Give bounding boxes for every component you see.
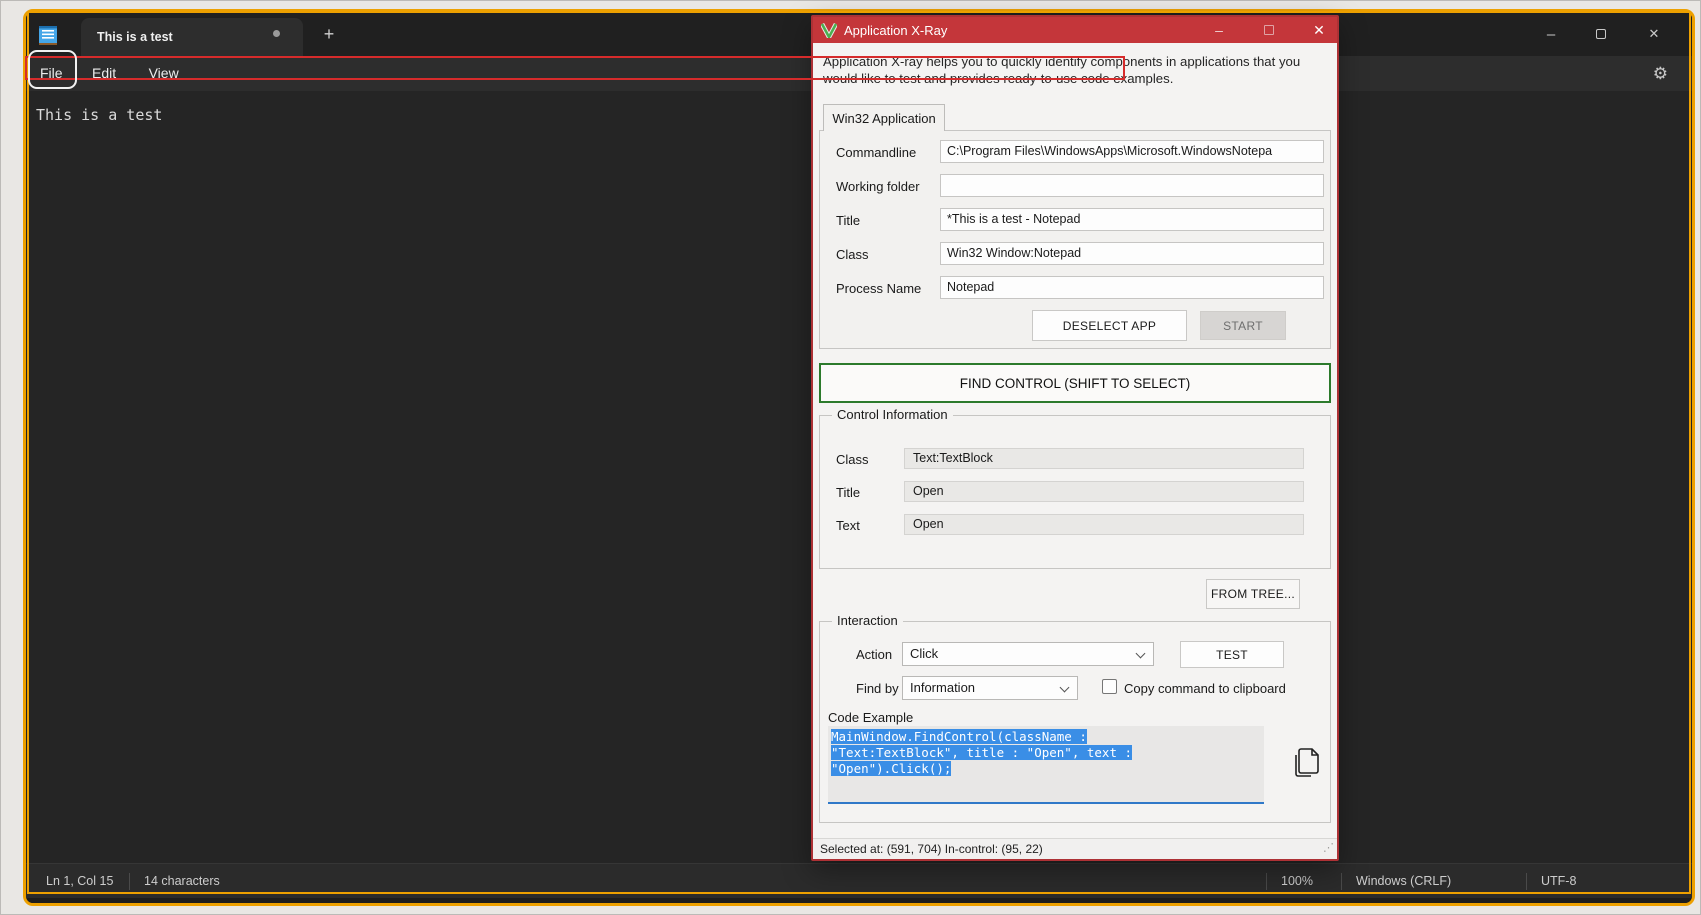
notepad-statusbar: Ln 1, Col 15 14 characters 100% Windows … [26,863,1692,898]
notepad-close-button[interactable]: ✕ [1632,18,1676,50]
status-divider [1526,873,1527,890]
status-char-count: 14 characters [144,864,220,899]
from-tree-button[interactable]: FROM TREE... [1206,579,1300,609]
process-name-label: Process Name [836,281,921,296]
tab-this-is-a-test[interactable]: This is a test [81,18,303,56]
interaction-group: Interaction Action Click TEST Find by In… [819,621,1331,823]
status-divider [129,873,130,890]
ci-text-label: Text [836,518,860,533]
xray-window-title: Application X-Ray [844,23,947,38]
editor-text: This is a test [36,106,162,124]
status-zoom[interactable]: 100% [1281,864,1313,899]
class-field[interactable]: Win32 Window:Notepad [940,242,1324,265]
interaction-legend: Interaction [832,613,903,628]
xray-logo-icon [821,23,837,38]
resize-grip[interactable]: ⋰ [1323,838,1334,858]
class-label: Class [836,247,869,262]
code-line: "Open").Click(); [831,761,1264,777]
selected-at-status: Selected at: (591, 704) In-control: (95,… [820,842,1043,856]
menu-file[interactable]: File [40,56,63,91]
find-by-label: Find by [856,681,899,696]
win32-application-panel: Commandline C:\Program Files\WindowsApps… [819,130,1331,349]
code-line: MainWindow.FindControl(className : [831,729,1264,745]
menu-view[interactable]: View [149,56,179,91]
working-folder-label: Working folder [836,179,920,194]
ci-text-field: Open [904,514,1304,535]
ci-title-field: Open [904,481,1304,502]
ci-title-label: Title [836,485,860,500]
commandline-label: Commandline [836,145,916,160]
control-information-legend: Control Information [832,407,953,422]
new-tab-button[interactable]: + [314,20,344,48]
title-field[interactable]: *This is a test - Notepad [940,208,1324,231]
tab-title: This is a test [97,30,173,44]
test-button[interactable]: TEST [1180,641,1284,668]
tab-win32-application[interactable]: Win32 Application [823,104,945,131]
action-select[interactable]: Click [902,642,1154,666]
ci-class-label: Class [836,452,869,467]
maximize-icon [1264,25,1274,35]
status-cursor-position: Ln 1, Col 15 [46,864,113,899]
notepad-bottom-edge [26,898,1692,903]
chevron-down-icon [1060,683,1070,693]
working-folder-field[interactable] [940,174,1324,197]
xray-close-button[interactable]: ✕ [1299,17,1339,43]
code-example-area[interactable]: MainWindow.FindControl(className : "Text… [828,726,1264,804]
xray-description: Application X-ray helps you to quickly i… [823,53,1325,87]
control-information-group: Control Information Class Text:TextBlock… [819,415,1331,569]
chevron-down-icon [1136,649,1146,659]
desktop: This is a test + – ✕ File Edit View ⚙ Th… [0,0,1701,915]
code-example-label: Code Example [828,710,913,725]
action-label: Action [856,647,892,662]
notepad-app-icon [37,23,59,47]
xray-minimize-button[interactable]: – [1199,17,1239,43]
xray-statusbar: Selected at: (591, 704) In-control: (95,… [813,838,1337,859]
start-button[interactable]: START [1200,311,1286,340]
deselect-app-button[interactable]: DESELECT APP [1032,310,1187,341]
unsaved-dot-icon [273,30,280,37]
status-encoding[interactable]: UTF-8 [1541,864,1576,899]
find-by-value: Information [910,680,975,695]
menu-edit[interactable]: Edit [92,56,116,91]
notepad-minimize-button[interactable]: – [1529,18,1573,50]
xray-maximize-button[interactable] [1249,17,1289,43]
commandline-field[interactable]: C:\Program Files\WindowsApps\Microsoft.W… [940,140,1324,163]
find-by-select[interactable]: Information [902,676,1078,700]
code-line: "Text:TextBlock", title : "Open", text : [831,745,1264,761]
status-line-ending[interactable]: Windows (CRLF) [1356,864,1451,899]
status-divider [1341,873,1342,890]
action-value: Click [910,646,938,661]
maximize-icon [1596,29,1606,39]
copy-to-clipboard-icon[interactable] [1290,744,1322,780]
settings-gear-icon[interactable]: ⚙ [1653,56,1668,91]
title-label: Title [836,213,860,228]
copy-command-checkbox[interactable] [1102,679,1117,694]
process-name-field[interactable]: Notepad [940,276,1324,299]
status-divider [1266,873,1267,890]
xray-titlebar[interactable]: Application X-Ray – ✕ [813,17,1337,43]
copy-command-label: Copy command to clipboard [1124,681,1286,696]
xray-window: Application X-Ray – ✕ Application X-ray … [811,15,1339,861]
find-control-button[interactable]: FIND CONTROL (SHIFT TO SELECT) [819,363,1331,403]
notepad-maximize-button[interactable] [1579,18,1623,50]
ci-class-field: Text:TextBlock [904,448,1304,469]
